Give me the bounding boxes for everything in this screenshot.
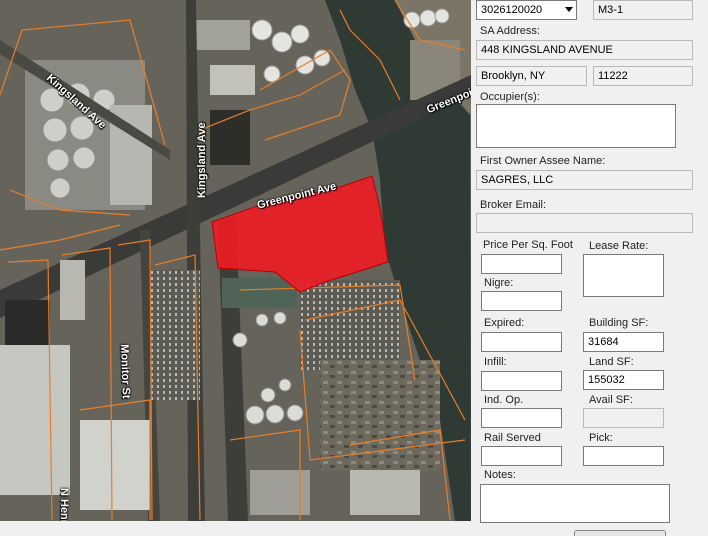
street-label-monitor-st: Monitor St <box>118 344 132 399</box>
rail-served-field[interactable] <box>481 446 562 466</box>
lease-rate-label: Lease Rate: <box>589 240 649 252</box>
street-label-n-henry: N Henr <box>58 488 70 521</box>
ind-op-field[interactable] <box>481 408 562 428</box>
first-owner-label: First Owner Assee Name: <box>480 155 606 167</box>
pick-label: Pick: <box>589 432 613 444</box>
action-button[interactable] <box>574 530 666 536</box>
chevron-down-icon <box>565 7 573 12</box>
occupiers-field[interactable] <box>476 104 676 148</box>
building-sf-label: Building SF: <box>589 317 649 329</box>
city-field[interactable]: Brooklyn, NY <box>476 66 587 86</box>
street-label-kingsland-ave-vertical: Kingsland Ave <box>196 122 208 198</box>
notes-label: Notes: <box>484 469 516 481</box>
infill-label: Infill: <box>484 356 507 368</box>
sa-address-field[interactable]: 448 KINGSLAND AVENUE <box>476 40 693 60</box>
broker-email-field[interactable] <box>476 213 693 233</box>
expired-field[interactable] <box>481 332 562 352</box>
land-sf-field[interactable]: 155032 <box>583 370 664 390</box>
building-sf-field[interactable]: 31684 <box>583 332 664 352</box>
aerial-imagery <box>0 0 471 521</box>
bbl-select[interactable]: 3026120020 <box>476 0 577 20</box>
sa-address-label: SA Address: <box>480 25 540 37</box>
occupiers-label: Occupier(s): <box>480 91 540 103</box>
price-per-sqft-label: Price Per Sq. Foot <box>483 239 573 251</box>
infill-field[interactable] <box>481 371 562 391</box>
first-owner-field[interactable]: SAGRES, LLC <box>476 170 693 190</box>
lease-rate-field[interactable] <box>583 254 664 297</box>
avail-sf-field[interactable] <box>583 408 664 428</box>
avail-sf-label: Avail SF: <box>589 394 633 406</box>
expired-label: Expired: <box>484 317 525 329</box>
zoning-field[interactable]: M3-1 <box>593 0 693 20</box>
nigre-field[interactable] <box>481 291 562 311</box>
land-sf-label: Land SF: <box>589 356 634 368</box>
nigre-label: Nigre: <box>484 277 514 289</box>
rail-served-label: Rail Served <box>484 432 541 444</box>
pick-field[interactable] <box>583 446 664 466</box>
zip-field[interactable]: 11222 <box>593 66 693 86</box>
broker-email-label: Broker Email: <box>480 199 547 211</box>
notes-field[interactable] <box>480 484 670 523</box>
price-per-sqft-field[interactable] <box>481 254 562 274</box>
aerial-map[interactable]: Kingsland Ave Kingsland Ave Greenpoint A… <box>0 0 471 521</box>
ind-op-label: Ind. Op. <box>484 394 524 406</box>
